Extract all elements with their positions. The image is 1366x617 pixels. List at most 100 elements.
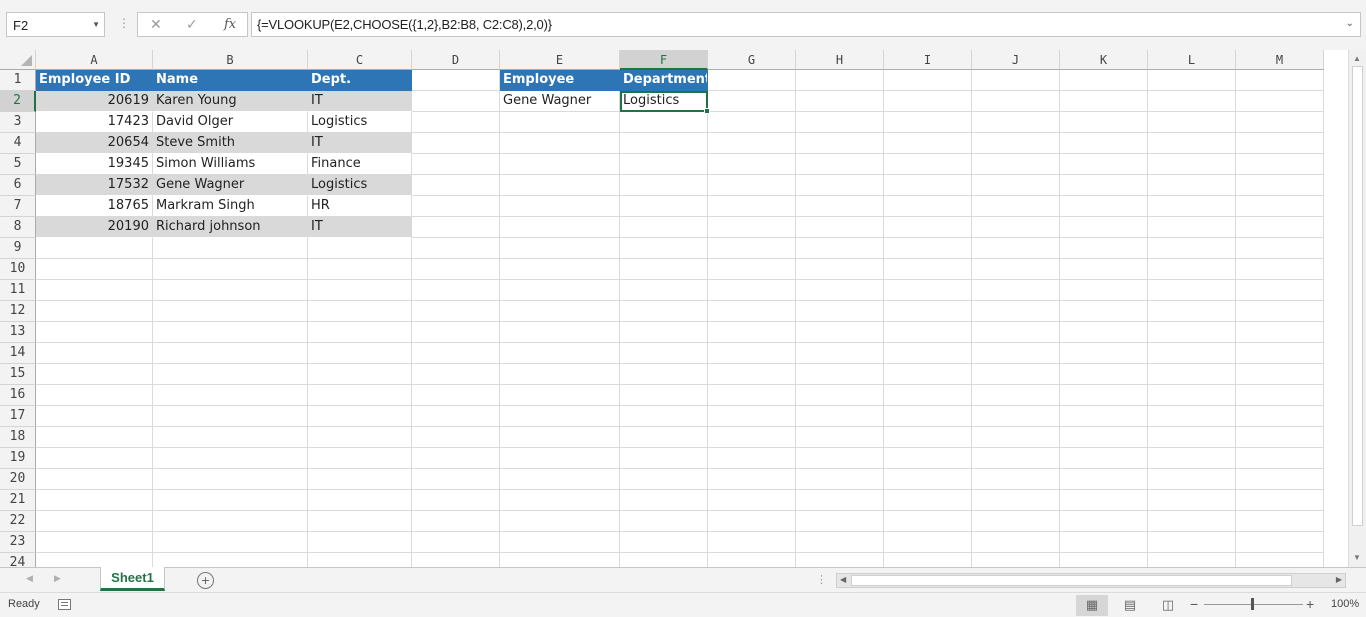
column-header-m[interactable]: M xyxy=(1236,50,1324,70)
cell-m2[interactable] xyxy=(1236,91,1324,112)
cell-g22[interactable] xyxy=(708,511,796,532)
cell-a5[interactable]: 19345 xyxy=(36,154,153,175)
cell-f5[interactable] xyxy=(620,154,708,175)
vertical-scrollbar[interactable]: ▲ ▼ xyxy=(1348,50,1366,567)
cell-j23[interactable] xyxy=(972,532,1060,553)
cell-a11[interactable] xyxy=(36,280,153,301)
cell-k3[interactable] xyxy=(1060,112,1148,133)
cell-f8[interactable] xyxy=(620,217,708,238)
column-header-l[interactable]: L xyxy=(1148,50,1236,70)
cell-c4[interactable]: IT xyxy=(308,133,412,154)
cell-c16[interactable] xyxy=(308,385,412,406)
cell-b2[interactable]: Karen Young xyxy=(153,91,308,112)
cell-j3[interactable] xyxy=(972,112,1060,133)
cell-i1[interactable] xyxy=(884,70,972,91)
cell-j21[interactable] xyxy=(972,490,1060,511)
cell-g14[interactable] xyxy=(708,343,796,364)
cell-a1[interactable]: Employee ID xyxy=(36,70,153,91)
cell-j16[interactable] xyxy=(972,385,1060,406)
cell-k14[interactable] xyxy=(1060,343,1148,364)
cell-b3[interactable]: David Olger xyxy=(153,112,308,133)
cell-m23[interactable] xyxy=(1236,532,1324,553)
row-header-22[interactable]: 22 xyxy=(0,511,36,532)
cell-i3[interactable] xyxy=(884,112,972,133)
cell-i16[interactable] xyxy=(884,385,972,406)
cell-h5[interactable] xyxy=(796,154,884,175)
cell-g5[interactable] xyxy=(708,154,796,175)
cell-l17[interactable] xyxy=(1148,406,1236,427)
cell-b19[interactable] xyxy=(153,448,308,469)
cell-i6[interactable] xyxy=(884,175,972,196)
cell-l6[interactable] xyxy=(1148,175,1236,196)
cell-d10[interactable] xyxy=(412,259,500,280)
cell-j8[interactable] xyxy=(972,217,1060,238)
cell-c1[interactable]: Dept. xyxy=(308,70,412,91)
cell-m17[interactable] xyxy=(1236,406,1324,427)
cell-c20[interactable] xyxy=(308,469,412,490)
cell-c5[interactable]: Finance xyxy=(308,154,412,175)
row-header-6[interactable]: 6 xyxy=(0,175,36,196)
scroll-left-icon[interactable]: ◀ xyxy=(840,575,846,584)
column-header-h[interactable]: H xyxy=(796,50,884,70)
row-header-14[interactable]: 14 xyxy=(0,343,36,364)
cell-m7[interactable] xyxy=(1236,196,1324,217)
cell-c19[interactable] xyxy=(308,448,412,469)
cell-f4[interactable] xyxy=(620,133,708,154)
cell-d16[interactable] xyxy=(412,385,500,406)
cell-f16[interactable] xyxy=(620,385,708,406)
cell-f24[interactable] xyxy=(620,553,708,567)
cell-e22[interactable] xyxy=(500,511,620,532)
cell-c12[interactable] xyxy=(308,301,412,322)
row-header-1[interactable]: 1 xyxy=(0,70,36,91)
cell-a13[interactable] xyxy=(36,322,153,343)
cell-j5[interactable] xyxy=(972,154,1060,175)
cell-e3[interactable] xyxy=(500,112,620,133)
cell-e9[interactable] xyxy=(500,238,620,259)
column-header-e[interactable]: E xyxy=(500,50,620,70)
cell-g4[interactable] xyxy=(708,133,796,154)
cell-a15[interactable] xyxy=(36,364,153,385)
cell-j10[interactable] xyxy=(972,259,1060,280)
cell-h23[interactable] xyxy=(796,532,884,553)
row-header-10[interactable]: 10 xyxy=(0,259,36,280)
sheet-tab-sheet1[interactable]: Sheet1 xyxy=(100,567,165,591)
chevron-down-icon[interactable]: ▼ xyxy=(92,20,100,29)
cell-d22[interactable] xyxy=(412,511,500,532)
cell-e4[interactable] xyxy=(500,133,620,154)
cell-g8[interactable] xyxy=(708,217,796,238)
cell-b7[interactable]: Markram Singh xyxy=(153,196,308,217)
cell-a4[interactable]: 20654 xyxy=(36,133,153,154)
cell-j4[interactable] xyxy=(972,133,1060,154)
cell-d9[interactable] xyxy=(412,238,500,259)
cell-e11[interactable] xyxy=(500,280,620,301)
cell-l23[interactable] xyxy=(1148,532,1236,553)
cell-i18[interactable] xyxy=(884,427,972,448)
cell-l22[interactable] xyxy=(1148,511,1236,532)
cell-m10[interactable] xyxy=(1236,259,1324,280)
cell-e10[interactable] xyxy=(500,259,620,280)
cell-c7[interactable]: HR xyxy=(308,196,412,217)
cell-i23[interactable] xyxy=(884,532,972,553)
cell-a12[interactable] xyxy=(36,301,153,322)
formula-input[interactable]: {=VLOOKUP(E2,CHOOSE({1,2},B2:B8, C2:C8),… xyxy=(251,12,1361,37)
cell-k23[interactable] xyxy=(1060,532,1148,553)
cell-l8[interactable] xyxy=(1148,217,1236,238)
cell-l9[interactable] xyxy=(1148,238,1236,259)
cell-b10[interactable] xyxy=(153,259,308,280)
cell-k15[interactable] xyxy=(1060,364,1148,385)
cell-i24[interactable] xyxy=(884,553,972,567)
cell-d23[interactable] xyxy=(412,532,500,553)
cell-e13[interactable] xyxy=(500,322,620,343)
cell-f14[interactable] xyxy=(620,343,708,364)
column-header-b[interactable]: B xyxy=(153,50,308,70)
cell-h19[interactable] xyxy=(796,448,884,469)
cell-j1[interactable] xyxy=(972,70,1060,91)
cell-h7[interactable] xyxy=(796,196,884,217)
vertical-scroll-thumb[interactable] xyxy=(1352,66,1363,526)
enter-icon[interactable]: ✓ xyxy=(186,16,198,33)
cell-g19[interactable] xyxy=(708,448,796,469)
cell-j11[interactable] xyxy=(972,280,1060,301)
cell-f10[interactable] xyxy=(620,259,708,280)
cell-h1[interactable] xyxy=(796,70,884,91)
cell-k11[interactable] xyxy=(1060,280,1148,301)
